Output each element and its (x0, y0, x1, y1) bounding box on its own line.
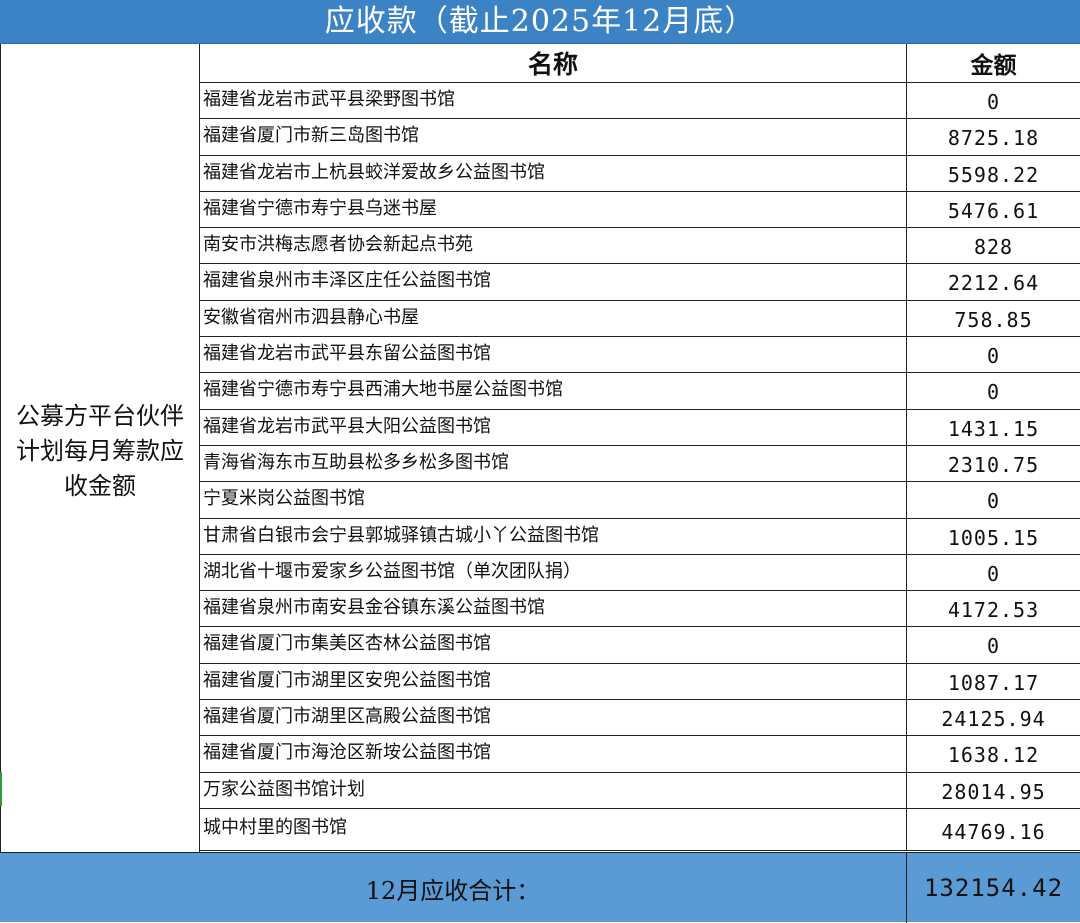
library-name-cell[interactable]: 福建省厦门市集美区杏林公益图书馆 (200, 627, 907, 663)
table-row: 青海省海东市互助县松多乡松多图书馆 2310.75 (200, 445, 1080, 483)
amount-cell[interactable]: 0 (907, 627, 1080, 662)
library-name-cell[interactable]: 福建省龙岩市上杭县蛟洋爱故乡公益图书馆 (200, 155, 907, 191)
amount-cell[interactable]: 5598.22 (907, 156, 1080, 191)
amount-cell[interactable]: 0 (907, 555, 1080, 590)
amount-cell[interactable]: 8725.18 (907, 119, 1080, 154)
table-row: 宁夏米岗公益图书馆 0 (200, 482, 1080, 519)
total-label[interactable]: 12月应收合计： (0, 853, 907, 923)
table-row: 福建省厦门市集美区杏林公益图书馆 0 (200, 627, 1080, 664)
library-name-cell[interactable]: 福建省厦门市海沧区新垵公益图书馆 (200, 736, 907, 772)
table-row: 福建省龙岩市上杭县蛟洋爱故乡公益图书馆 5598.22 (200, 155, 1080, 192)
library-name-cell[interactable]: 福建省厦门市新三岛图书馆 (200, 119, 907, 155)
amount-cell[interactable]: 2212.64 (907, 264, 1080, 299)
amount-cell[interactable]: 1638.12 (907, 736, 1080, 771)
category-cell[interactable]: 公募方平台伙伴计划每月筹款应收金额 (0, 44, 200, 852)
table-row: 甘肃省白银市会宁县郭城驿镇古城小丫公益图书馆 1005.15 (200, 518, 1080, 555)
amount-cell[interactable]: 758.85 (907, 301, 1080, 336)
table-body: 福建省龙岩市武平县梁野图书馆 0 福建省厦门市新三岛图书馆 8725.18 福建省龙… (200, 83, 1080, 851)
library-name-cell[interactable]: 福建省泉州市南安县金谷镇东溪公益图书馆 (200, 591, 907, 627)
amount-cell[interactable]: 28014.95 (907, 773, 1080, 808)
table-row: 安徽省宿州市泗县静心书屋 758.85 (200, 300, 1080, 338)
library-name-cell[interactable]: 安徽省宿州市泗县静心书屋 (200, 300, 907, 337)
table-row: 福建省宁德市寿宁县乌迷书屋 5476.61 (200, 191, 1080, 229)
library-name-cell[interactable]: 城中村里的图书馆 (200, 808, 907, 850)
table-row: 福建省厦门市湖里区安兜公益图书馆 1087.17 (200, 663, 1080, 701)
library-name-cell[interactable]: 福建省厦门市湖里区高殿公益图书馆 (200, 700, 907, 736)
sheet-title: 应收款（截止2025年12月底） (324, 3, 756, 39)
library-name-cell[interactable]: 青海省海东市互助县松多乡松多图书馆 (200, 445, 907, 482)
selection-marker (0, 772, 2, 806)
table-row: 福建省宁德市寿宁县西浦大地书屋公益图书馆 0 (200, 373, 1080, 410)
table-row: 湖北省十堰市爱家乡公益图书馆（单次团队捐） 0 (200, 554, 1080, 592)
table-row: 福建省龙岩市武平县大阳公益图书馆 1431.15 (200, 409, 1080, 446)
library-name-cell[interactable]: 福建省龙岩市武平县东留公益图书馆 (200, 337, 907, 373)
amount-cell[interactable]: 2310.75 (907, 446, 1080, 481)
amount-cell[interactable]: 1005.15 (907, 519, 1080, 554)
library-name-cell[interactable]: 南安市洪梅志愿者协会新起点书苑 (200, 228, 907, 264)
table-row: 福建省龙岩市武平县梁野图书馆 0 (200, 83, 1080, 120)
table-row: 万家公益图书馆计划 28014.95 (200, 772, 1080, 809)
table-row: 福建省泉州市南安县金谷镇东溪公益图书馆 4172.53 (200, 591, 1080, 628)
total-value[interactable]: 132154.42 (907, 853, 1080, 923)
library-name-cell[interactable]: 湖北省十堰市爱家乡公益图书馆（单次团队捐） (200, 554, 907, 591)
amount-cell[interactable]: 828 (907, 228, 1080, 263)
title-bar: 应收款（截止2025年12月底） (0, 0, 1080, 44)
category-label: 公募方平台伙伴计划每月筹款应收金额 (16, 401, 184, 500)
library-name-cell[interactable]: 甘肃省白银市会宁县郭城驿镇古城小丫公益图书馆 (200, 518, 907, 554)
table-header: 名称 金额 (200, 44, 1080, 83)
column-header-amount[interactable]: 金额 (907, 44, 1080, 82)
library-name-cell[interactable]: 福建省龙岩市武平县梁野图书馆 (200, 83, 907, 119)
column-header-name[interactable]: 名称 (200, 44, 907, 82)
amount-cell[interactable]: 0 (907, 337, 1080, 372)
table-row: 福建省厦门市湖里区高殿公益图书馆 24125.94 (200, 700, 1080, 737)
table-row: 福建省厦门市海沧区新垵公益图书馆 1638.12 (200, 736, 1080, 773)
library-name-cell[interactable]: 福建省宁德市寿宁县西浦大地书屋公益图书馆 (200, 373, 907, 409)
amount-cell[interactable]: 1087.17 (907, 664, 1080, 699)
library-name-cell[interactable]: 福建省宁德市寿宁县乌迷书屋 (200, 191, 907, 228)
library-name-cell[interactable]: 宁夏米岗公益图书馆 (200, 482, 907, 518)
table-row: 福建省龙岩市武平县东留公益图书馆 0 (200, 337, 1080, 374)
amount-cell[interactable]: 0 (907, 373, 1080, 408)
total-row: 12月应收合计： 132154.42 (0, 852, 1080, 923)
library-name-cell[interactable]: 福建省泉州市丰泽区庄任公益图书馆 (200, 264, 907, 300)
amount-cell[interactable]: 4172.53 (907, 591, 1080, 626)
library-name-cell[interactable]: 万家公益图书馆计划 (200, 772, 907, 808)
library-name-cell[interactable]: 福建省厦门市湖里区安兜公益图书馆 (200, 663, 907, 700)
table-row: 南安市洪梅志愿者协会新起点书苑 828 (200, 228, 1080, 265)
library-name-cell[interactable]: 福建省龙岩市武平县大阳公益图书馆 (200, 409, 907, 445)
table-row: 城中村里的图书馆 44769.16 (200, 808, 1080, 851)
table-row: 福建省厦门市新三岛图书馆 8725.18 (200, 119, 1080, 156)
amount-cell[interactable]: 24125.94 (907, 700, 1080, 735)
amount-cell[interactable]: 44769.16 (907, 809, 1080, 850)
amount-cell[interactable]: 0 (907, 482, 1080, 517)
table-row: 福建省泉州市丰泽区庄任公益图书馆 2212.64 (200, 264, 1080, 301)
amount-cell[interactable]: 5476.61 (907, 192, 1080, 227)
amount-cell[interactable]: 1431.15 (907, 410, 1080, 445)
amount-cell[interactable]: 0 (907, 83, 1080, 118)
